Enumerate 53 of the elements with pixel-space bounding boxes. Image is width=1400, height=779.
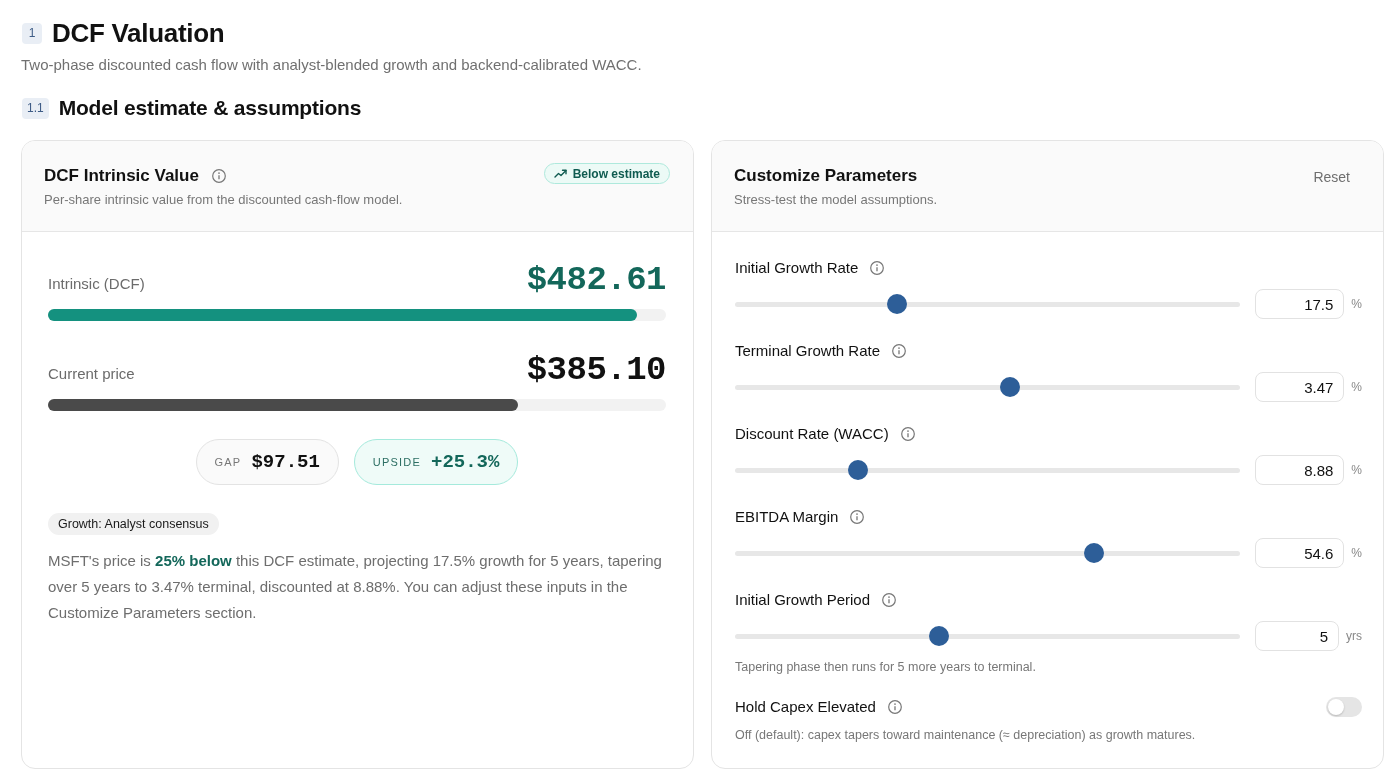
unit-label: %	[1351, 297, 1362, 311]
summary-text: MSFT's price is 25% below this DCF estimate, projecting 17.5% growth for 5 years, tapering over 5 years to 3.47% terminal, discounted at 8.88%. You can adjust these inputs in the Customize Parameters section.	[48, 551, 663, 623]
hint-text: Tapering phase then runs for 5 more years to terminal.	[735, 659, 1037, 675]
info-icon[interactable]	[892, 344, 907, 358]
value-input[interactable]: 54.6	[1255, 538, 1345, 568]
info-icon[interactable]	[882, 593, 897, 607]
stat-value: $97.51	[251, 451, 320, 473]
stat-value: +25.3%	[431, 451, 500, 473]
unit-label: %	[1351, 380, 1362, 394]
toggle-switch[interactable]	[1326, 697, 1362, 717]
info-icon[interactable]	[887, 700, 902, 714]
value-input[interactable]: 8.88	[1255, 455, 1345, 485]
section-title: Model estimate & assumptions	[58, 96, 362, 120]
slider-thumb[interactable]	[847, 460, 868, 480]
stat-label: UPSIDE	[372, 456, 421, 468]
section-number: 1.1	[22, 97, 49, 119]
bar-label: Current price	[48, 365, 135, 382]
value-input[interactable]: 3.47	[1255, 372, 1345, 402]
parameter-label: Initial Growth Rate	[735, 258, 859, 278]
card-title: DCF Intrinsic Value	[44, 165, 199, 187]
hint-text: Off (default): capex tapers toward maintenance (≈ depreciation) as growth matures.	[735, 727, 1197, 743]
card-subtitle: Per-share intrinsic value from the discounted cash-flow model.	[44, 191, 403, 209]
parameter-label: Initial Growth Period	[735, 590, 871, 610]
trend-up-icon	[553, 169, 567, 178]
slider-thumb[interactable]	[1083, 543, 1104, 563]
card-subtitle: Stress-test the model assumptions.	[734, 191, 938, 209]
card-title: Customize Parameters	[734, 165, 918, 187]
parameter-label: Hold Capex Elevated	[735, 697, 876, 717]
slider-thumb[interactable]	[1000, 377, 1021, 397]
price-value: $482.61	[526, 260, 666, 300]
stat-label: GAP	[214, 456, 242, 468]
section-number: 1	[22, 22, 42, 44]
unit-label: %	[1351, 546, 1362, 560]
page-subtitle: Two-phase discounted cash flow with analyst-blended growth and backend-calibrated WACC.	[21, 55, 643, 75]
slider-thumb[interactable]	[886, 294, 907, 314]
page-title: DCF Valuation	[52, 17, 225, 49]
info-icon[interactable]	[850, 510, 865, 524]
parameter-label: EBITDA Margin	[735, 507, 839, 527]
bar-label: Intrinsic (DCF)	[48, 275, 145, 292]
status-text: Below estimate	[572, 166, 660, 181]
slider-thumb[interactable]	[928, 626, 949, 646]
value-input[interactable]: 17.5	[1255, 289, 1345, 319]
parameter-label: Terminal Growth Rate	[735, 341, 881, 361]
info-icon[interactable]	[211, 169, 226, 183]
reset-button[interactable]: Reset	[1303, 163, 1360, 191]
value-input[interactable]: 5	[1255, 621, 1339, 651]
unit-label: %	[1351, 463, 1362, 477]
unit-label: yrs	[1346, 629, 1362, 643]
growth-source-tag: Growth: Analyst consensus	[48, 513, 219, 535]
price-value: $385.10	[526, 350, 666, 390]
info-icon[interactable]	[900, 427, 915, 441]
info-icon[interactable]	[870, 261, 885, 275]
parameter-label: Discount Rate (WACC)	[735, 424, 889, 444]
